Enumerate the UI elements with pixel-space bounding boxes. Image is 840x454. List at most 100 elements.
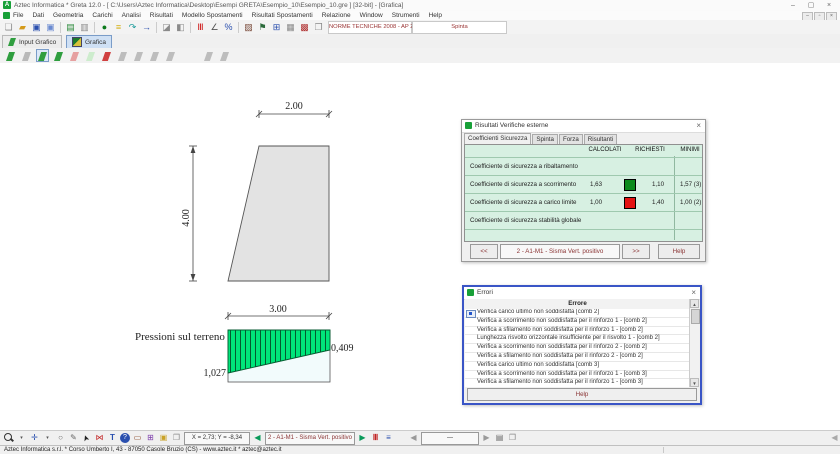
prev-phase-icon[interactable]: ◀ bbox=[408, 432, 419, 444]
prev-combination-button[interactable]: << bbox=[470, 244, 498, 259]
section-tool-icon[interactable]: ⋈ bbox=[94, 432, 105, 444]
help-icon[interactable]: ? bbox=[120, 433, 130, 443]
load-ratio-icon[interactable]: % bbox=[222, 21, 235, 34]
profile-icon[interactable]: ↷ bbox=[126, 21, 139, 34]
back-icon[interactable]: ◀ bbox=[829, 432, 840, 444]
analysis-icon[interactable]: ◪ bbox=[160, 21, 173, 34]
section-angle-icon[interactable]: ∠ bbox=[208, 21, 221, 34]
wall-view-13[interactable] bbox=[218, 49, 231, 62]
ruler-icon[interactable]: ▭ bbox=[132, 432, 143, 444]
image-icon[interactable]: ❐ bbox=[312, 21, 325, 34]
menu-dati[interactable]: Dati bbox=[32, 12, 44, 19]
norme-tecniche-button[interactable]: NORME TECNICHE 2008 - AP 2 bbox=[328, 21, 412, 34]
wall-view-3[interactable] bbox=[36, 49, 49, 62]
results-tab-forza[interactable]: Forza bbox=[559, 134, 583, 144]
new-file-icon[interactable]: ❏ bbox=[2, 21, 15, 34]
menu-risultati[interactable]: Risultati bbox=[150, 12, 173, 19]
errors-help-button[interactable]: Help bbox=[467, 388, 697, 401]
error-row[interactable]: Verifica a sfilamento non soddisfatta pe… bbox=[465, 353, 690, 362]
menu-analisi[interactable]: Analisi bbox=[122, 12, 141, 19]
wall-view-7[interactable] bbox=[100, 49, 113, 62]
reinforcement-grid-icon[interactable]: Ⅲ bbox=[194, 21, 207, 34]
drawing-canvas[interactable]: 2.00 4.00 3.00 bbox=[0, 63, 840, 430]
combination-combo[interactable]: 2 - A1-M1 - Sisma Vert. positivo bbox=[265, 432, 355, 445]
menu-relazione[interactable]: Relazione bbox=[322, 12, 351, 19]
wall-view-2[interactable] bbox=[20, 49, 33, 62]
error-row[interactable]: Verifica a scorrimento non soddisfatta p… bbox=[465, 371, 690, 380]
chart-icon[interactable]: Ⅲ bbox=[370, 432, 381, 444]
flag-icon[interactable]: ⚑ bbox=[256, 21, 269, 34]
menu-strumenti[interactable]: Strumenti bbox=[392, 12, 420, 19]
zoom-icon[interactable] bbox=[3, 432, 14, 444]
next-combination-button[interactable]: >> bbox=[622, 244, 650, 259]
wall-view-8[interactable] bbox=[116, 49, 129, 62]
error-row[interactable]: Verifica carico ultimo non soddisfatta [… bbox=[465, 309, 690, 318]
wall-view-9[interactable] bbox=[132, 49, 145, 62]
menu-window[interactable]: Window bbox=[360, 12, 383, 19]
wall-view-5[interactable] bbox=[68, 49, 81, 62]
maximize-button[interactable]: ▢ bbox=[804, 1, 818, 10]
page-icon[interactable]: ❐ bbox=[171, 432, 182, 444]
results-tab-spinta[interactable]: Spinta bbox=[532, 134, 558, 144]
text-tool-icon[interactable]: T bbox=[107, 432, 118, 444]
error-row[interactable]: Lunghezza risvolto orizzontale insuffici… bbox=[465, 335, 690, 344]
menu-file[interactable]: File bbox=[13, 12, 23, 19]
wall-view-4[interactable] bbox=[52, 49, 65, 62]
pencil-tool-icon[interactable]: ✎ bbox=[68, 432, 79, 444]
tab-grafica[interactable]: Grafica bbox=[66, 35, 112, 48]
rebar-icon[interactable]: ▩ bbox=[298, 21, 311, 34]
prev-combination-icon[interactable]: ◀ bbox=[252, 432, 263, 444]
help-button[interactable]: Help bbox=[658, 244, 700, 259]
menu-risultati-spostamenti[interactable]: Risultati Spostamenti bbox=[252, 12, 313, 19]
scroll-up-icon[interactable]: ▲ bbox=[690, 299, 699, 308]
error-row[interactable]: Verifica a scorrimento non soddisfatta p… bbox=[465, 344, 690, 353]
results-tab-coefficienti-sicurezza[interactable]: Coefficienti Sicurezza bbox=[464, 133, 531, 144]
export-icon[interactable]: ▤ bbox=[64, 21, 77, 34]
cursor-icon[interactable]: ➤ bbox=[79, 431, 94, 445]
wall-view-10[interactable] bbox=[148, 49, 161, 62]
errors-scrollbar[interactable]: ▲ ▼ bbox=[689, 299, 699, 387]
grid-icon[interactable]: ⊞ bbox=[270, 21, 283, 34]
menu-carichi[interactable]: Carichi bbox=[92, 12, 112, 19]
print-icon[interactable]: ▤ bbox=[494, 432, 505, 444]
dropdown-icon[interactable]: ▾ bbox=[16, 432, 27, 444]
wall-view-11[interactable] bbox=[164, 49, 177, 62]
spinta-button[interactable]: Spinta bbox=[412, 21, 507, 34]
menu-modello-spostamenti[interactable]: Modello Spostamenti bbox=[182, 12, 243, 19]
new-window-icon[interactable]: ❐ bbox=[507, 432, 518, 444]
save-all-icon[interactable]: ▣ bbox=[44, 21, 57, 34]
close-icon[interactable]: × bbox=[691, 288, 696, 297]
next-combination-icon[interactable]: ▶ bbox=[357, 432, 368, 444]
combination-selector[interactable]: 2 - A1-M1 - Sisma Vert. positivo bbox=[500, 244, 620, 259]
results-tab-risultanti[interactable]: Risultanti bbox=[584, 134, 617, 144]
menu-help[interactable]: Help bbox=[429, 12, 442, 19]
tab-input-grafico[interactable]: Input Grafico bbox=[2, 35, 62, 48]
close-icon[interactable]: × bbox=[696, 121, 701, 130]
mesh-icon[interactable]: ▦ bbox=[284, 21, 297, 34]
next-phase-icon[interactable]: ▶ bbox=[481, 432, 492, 444]
error-row[interactable]: Verifica a sfilamento non soddisfatta pe… bbox=[465, 327, 690, 336]
wall-view-12[interactable] bbox=[202, 49, 215, 62]
circle-tool-icon[interactable]: ○ bbox=[55, 432, 66, 444]
error-row[interactable]: Verifica carico ultimo non soddisfatta [… bbox=[465, 362, 690, 371]
open-icon[interactable]: ▰ bbox=[16, 21, 29, 34]
menu-geometria[interactable]: Geometria bbox=[53, 12, 83, 19]
dropdown-icon[interactable]: ▾ bbox=[42, 432, 53, 444]
results-dialog-titlebar[interactable]: Risultati Verifiche esterne × bbox=[462, 120, 705, 133]
scroll-down-icon[interactable]: ▼ bbox=[690, 378, 699, 387]
wall-view-6[interactable] bbox=[84, 49, 97, 62]
wall-view-1[interactable] bbox=[4, 49, 17, 62]
list-icon[interactable]: ≡ bbox=[383, 432, 394, 444]
table-icon[interactable]: ⊞ bbox=[145, 432, 156, 444]
wall-check-icon[interactable]: ▨ bbox=[242, 21, 255, 34]
capture-icon[interactable]: ▥ bbox=[78, 21, 91, 34]
phase-combo[interactable]: — bbox=[421, 432, 479, 445]
close-button[interactable]: × bbox=[822, 1, 836, 10]
save-icon[interactable]: ▣ bbox=[30, 21, 43, 34]
vector-icon[interactable]: → bbox=[140, 21, 153, 34]
pan-icon[interactable]: ✛ bbox=[29, 432, 40, 444]
stratigraphy-icon[interactable]: ≡ bbox=[112, 21, 125, 34]
layers-icon[interactable]: ▣ bbox=[158, 432, 169, 444]
error-row[interactable]: Verifica a sfilamento non soddisfatta pe… bbox=[465, 379, 690, 387]
scroll-thumb[interactable] bbox=[691, 309, 700, 324]
